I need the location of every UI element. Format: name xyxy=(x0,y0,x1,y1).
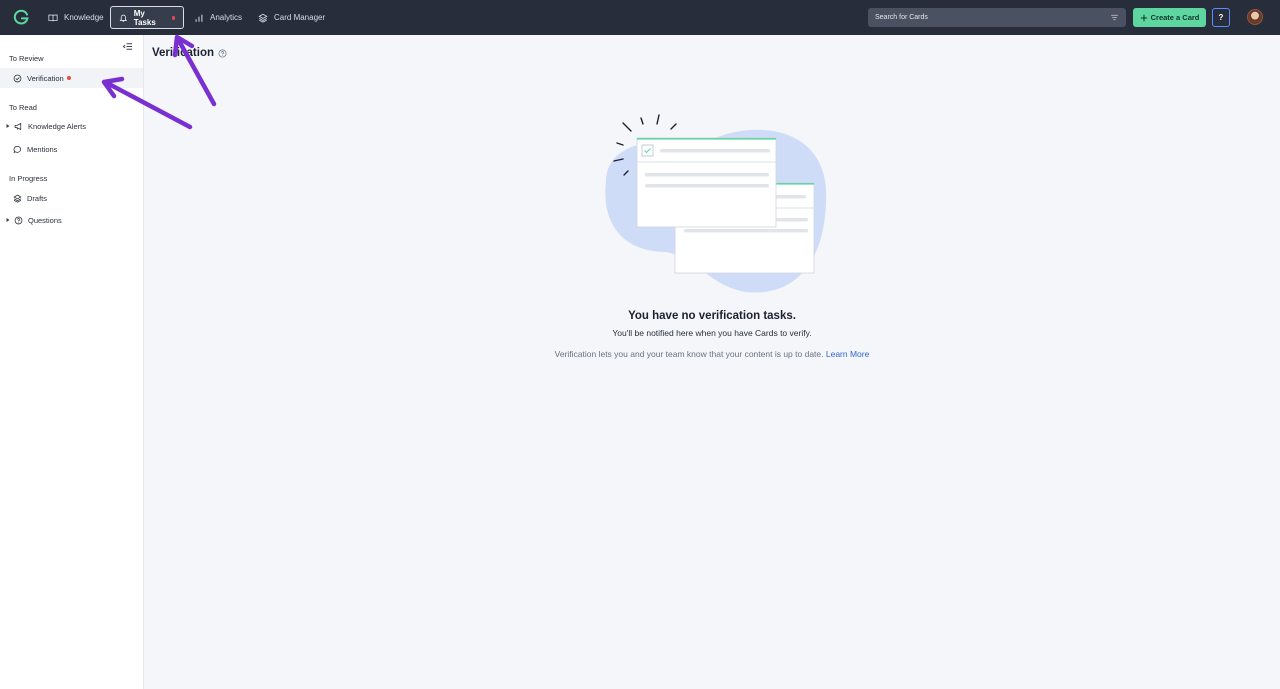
empty-state-illustration xyxy=(605,114,827,293)
empty-state-note-text: Verification lets you and your team know… xyxy=(554,349,824,359)
create-card-button[interactable]: Create a Card xyxy=(1133,8,1206,27)
bell-icon xyxy=(119,14,128,22)
stack-icon xyxy=(258,13,268,23)
nav-card-manager-label: Card Manager xyxy=(274,13,326,22)
section-title-to-review: To Review xyxy=(9,54,44,63)
section-title-in-progress: In Progress xyxy=(9,174,48,183)
empty-state-title: You have no verification tasks. xyxy=(628,310,796,322)
caret-right-icon[interactable] xyxy=(5,123,11,129)
collapse-sidebar-icon[interactable] xyxy=(122,41,133,52)
help-button[interactable]: ? xyxy=(1212,8,1230,27)
stack-icon xyxy=(13,194,22,203)
nav-knowledge[interactable]: Knowledge xyxy=(40,6,112,29)
empty-state-subtitle: You'll be notified here when you have Ca… xyxy=(612,328,812,338)
speech-bubble-icon xyxy=(13,145,22,153)
page-title: Verification xyxy=(152,47,227,59)
create-card-label: Create a Card xyxy=(1150,13,1200,22)
help-circle-icon[interactable] xyxy=(218,49,227,58)
sidebar: To Review Verification To Read Knowledge… xyxy=(0,35,144,689)
sidebar-item-mentions[interactable]: Mentions xyxy=(0,139,143,159)
search-input[interactable]: Search for Cards xyxy=(868,8,1126,27)
nav-my-tasks-label: My Tasks xyxy=(133,8,156,27)
nav-card-manager[interactable]: Card Manager xyxy=(250,6,333,29)
sidebar-item-label: Drafts xyxy=(27,193,48,203)
caret-right-icon[interactable] xyxy=(5,217,11,223)
question-circle-icon xyxy=(14,216,23,224)
annotation-arrows xyxy=(101,34,217,130)
filter-icon[interactable] xyxy=(1110,13,1119,22)
nav-analytics-label: Analytics xyxy=(210,13,243,22)
sidebar-item-label: Mentions xyxy=(27,144,58,154)
search-placeholder: Search for Cards xyxy=(875,14,928,21)
top-navigation-bar: Knowledge My Tasks Analytics Card Manage… xyxy=(0,0,1280,35)
plus-icon xyxy=(1140,14,1147,21)
avatar[interactable] xyxy=(1247,9,1263,25)
empty-state-note: Verification lets you and your team know… xyxy=(0,349,1280,359)
help-label: ? xyxy=(1218,13,1224,22)
nav-analytics[interactable]: Analytics xyxy=(186,6,250,29)
check-circle-icon xyxy=(13,74,22,82)
sidebar-item-label: Verification xyxy=(27,73,64,83)
sidebar-item-questions[interactable]: Questions xyxy=(0,210,143,230)
sidebar-item-drafts[interactable]: Drafts xyxy=(0,188,143,208)
nav-knowledge-label: Knowledge xyxy=(64,13,104,22)
book-icon xyxy=(48,14,58,21)
sidebar-item-knowledge-alerts[interactable]: Knowledge Alerts xyxy=(0,116,143,136)
sidebar-item-label: Questions xyxy=(28,215,62,225)
sidebar-item-label: Knowledge Alerts xyxy=(28,121,86,131)
guru-logo-icon[interactable] xyxy=(13,9,30,26)
megaphone-icon xyxy=(14,122,22,130)
bar-chart-icon xyxy=(195,14,203,22)
alert-dot xyxy=(171,15,176,20)
section-title-to-read: To Read xyxy=(9,103,37,112)
learn-more-link[interactable]: Learn More xyxy=(826,349,869,359)
nav-my-tasks[interactable]: My Tasks xyxy=(110,6,184,29)
sidebar-item-verification[interactable]: Verification xyxy=(0,68,143,88)
page-title-text: Verification xyxy=(152,47,214,59)
alert-dot xyxy=(66,76,71,80)
